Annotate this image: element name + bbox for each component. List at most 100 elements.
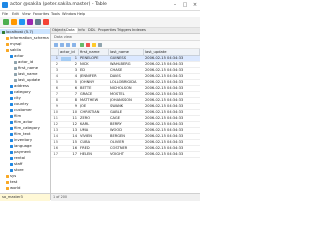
tree-item[interactable]: category	[0, 89, 50, 94]
tab-properties[interactable]: Properties	[98, 28, 116, 33]
tab-data[interactable]: Data	[66, 28, 77, 33]
first-name-cell[interactable]: GRACE	[80, 92, 108, 97]
last-update-cell[interactable]: 2006-02-15 04:34:33	[145, 116, 199, 121]
last-name-cell[interactable]: CAGE	[110, 116, 143, 121]
tree-item[interactable]: sakila	[0, 47, 50, 52]
actor-id-cell[interactable]: 12	[60, 122, 77, 127]
last-name-cell[interactable]: VOIGHT	[110, 152, 143, 157]
actor-id-cell[interactable]: 4	[60, 74, 77, 79]
last-name-cell[interactable]: COSTNER	[110, 146, 143, 151]
prev-record-icon[interactable]	[60, 42, 64, 47]
last-name-cell[interactable]: SWANK	[110, 104, 143, 109]
tree-item[interactable]: mysql	[0, 41, 50, 46]
menu-view[interactable]: View	[22, 12, 31, 16]
first-name-cell[interactable]: JOHNNY	[80, 80, 108, 85]
last-update-cell[interactable]: 2006-02-15 04:34:33	[145, 152, 199, 157]
tree-item[interactable]: first_name	[0, 65, 50, 70]
last-name-cell[interactable]: NICHOLSON	[110, 86, 143, 91]
first-name-cell[interactable]: PENELOPE	[80, 56, 108, 61]
view-icon[interactable]	[27, 19, 33, 25]
last-update-cell[interactable]: 2006-02-15 04:34:33	[145, 80, 199, 85]
tree-item[interactable]: city	[0, 95, 50, 100]
tab-ddl[interactable]: DDL	[88, 28, 97, 33]
table-icon[interactable]	[19, 19, 25, 25]
actor-id-cell[interactable]: 3	[60, 68, 77, 73]
last-name-cell[interactable]: GABLE	[110, 110, 143, 115]
tree-item[interactable]: last_update	[0, 77, 50, 82]
delete-record-icon[interactable]	[86, 42, 90, 47]
new-query-icon[interactable]	[11, 19, 17, 25]
last-name-cell[interactable]: CHASE	[110, 68, 143, 73]
table-row[interactable]: 17 17 HELEN VOIGHT 2006-02-15 04:34:33	[51, 152, 200, 158]
actor-id-cell[interactable]: 7	[60, 92, 77, 97]
minimize-button[interactable]: –	[170, 1, 180, 9]
actor-id-cell[interactable]: 17	[60, 152, 77, 157]
actor-id-cell[interactable]: 5	[60, 80, 77, 85]
actor-id-cell[interactable]: 11	[60, 116, 77, 121]
tab-objects[interactable]: Objects	[52, 28, 66, 33]
actor-id-cell[interactable]: 13	[60, 128, 77, 133]
actor-id-cell[interactable]: 8	[60, 98, 77, 103]
last-update-cell[interactable]: 2006-02-15 04:34:33	[145, 86, 199, 91]
grid-header-first-name[interactable]: first_name	[79, 49, 109, 55]
actor-id-cell[interactable]: 10	[60, 110, 77, 115]
last-update-cell[interactable]: 2006-02-15 04:34:33	[145, 62, 199, 67]
first-name-cell[interactable]: CUBA	[80, 140, 108, 145]
actor-id-cell[interactable]: 2	[60, 62, 77, 67]
last-name-cell[interactable]: WAHLBERG	[110, 62, 143, 67]
first-name-cell[interactable]: HELEN	[80, 152, 108, 157]
last-update-cell[interactable]: 2006-02-15 04:34:33	[145, 104, 199, 109]
first-name-cell[interactable]: CHRISTIAN	[80, 110, 108, 115]
menu-tools[interactable]: Tools	[51, 12, 60, 16]
first-name-cell[interactable]: KARL	[80, 122, 108, 127]
first-name-cell[interactable]: UMA	[80, 128, 108, 133]
last-name-cell[interactable]: DAVIS	[110, 74, 143, 79]
tree-item[interactable]: store	[0, 167, 50, 172]
last-update-cell[interactable]: 2006-02-15 04:34:33	[145, 74, 199, 79]
tree-item[interactable]: film_text	[0, 131, 50, 136]
tree-item[interactable]: rental	[0, 155, 50, 160]
menu-file[interactable]: File	[2, 12, 8, 16]
grid-header-actor-id[interactable]: actor_id	[59, 49, 79, 55]
tab-triggers[interactable]: Triggers	[117, 28, 131, 33]
tree-item[interactable]: actor_id	[0, 59, 50, 64]
last-update-cell[interactable]: 2006-02-15 04:34:33	[145, 128, 199, 133]
last-name-cell[interactable]: WOOD	[110, 128, 143, 133]
tree-item[interactable]: information_schema	[0, 35, 50, 40]
last-name-cell[interactable]: OLIVIER	[110, 140, 143, 145]
last-name-cell[interactable]: GUINESS	[110, 56, 143, 61]
tree-item[interactable]: inventory	[0, 137, 50, 142]
first-name-cell[interactable]: NICK	[80, 62, 108, 67]
tree-item[interactable]: language	[0, 143, 50, 148]
last-name-cell[interactable]: MOSTEL	[110, 92, 143, 97]
tree-item[interactable]: film_actor	[0, 119, 50, 124]
tree-item[interactable]: sys	[0, 173, 50, 178]
tree-item[interactable]: world	[0, 185, 50, 190]
first-record-icon[interactable]	[54, 42, 58, 47]
last-name-cell[interactable]: BERRY	[110, 122, 143, 127]
maximize-button[interactable]: □	[180, 1, 190, 9]
actor-id-cell[interactable]: 15	[60, 140, 77, 145]
grid-header-last-name[interactable]: last_name	[109, 49, 144, 55]
actor-id-cell[interactable]: 14	[60, 134, 77, 139]
last-name-cell[interactable]: JOHANSSON	[110, 98, 143, 103]
last-update-cell[interactable]: 2006-02-15 04:34:33	[145, 92, 199, 97]
tree-item[interactable]: staff	[0, 161, 50, 166]
first-name-cell[interactable]: ED	[80, 68, 108, 73]
tree-item[interactable]: localhost (5.7)	[0, 29, 50, 34]
first-name-cell[interactable]: VIVIEN	[80, 134, 108, 139]
first-name-cell[interactable]: ZERO	[80, 116, 108, 121]
actor-id-cell[interactable]: 9	[60, 104, 77, 109]
first-name-cell[interactable]: MATTHEW	[80, 98, 108, 103]
last-record-icon[interactable]	[72, 42, 76, 47]
tree-item[interactable]: customer	[0, 107, 50, 112]
tree-item[interactable]: country	[0, 101, 50, 106]
menu-favorites[interactable]: Favorites	[33, 12, 49, 16]
tree-item[interactable]: film_category	[0, 125, 50, 130]
last-update-cell[interactable]: 2006-02-15 04:34:33	[145, 146, 199, 151]
tree-item[interactable]: film	[0, 113, 50, 118]
first-name-cell[interactable]: FRED	[80, 146, 108, 151]
tab-indexes[interactable]: Indexes	[132, 28, 146, 33]
first-name-cell[interactable]: BETTE	[80, 86, 108, 91]
actor-id-cell[interactable]: 6	[60, 86, 77, 91]
